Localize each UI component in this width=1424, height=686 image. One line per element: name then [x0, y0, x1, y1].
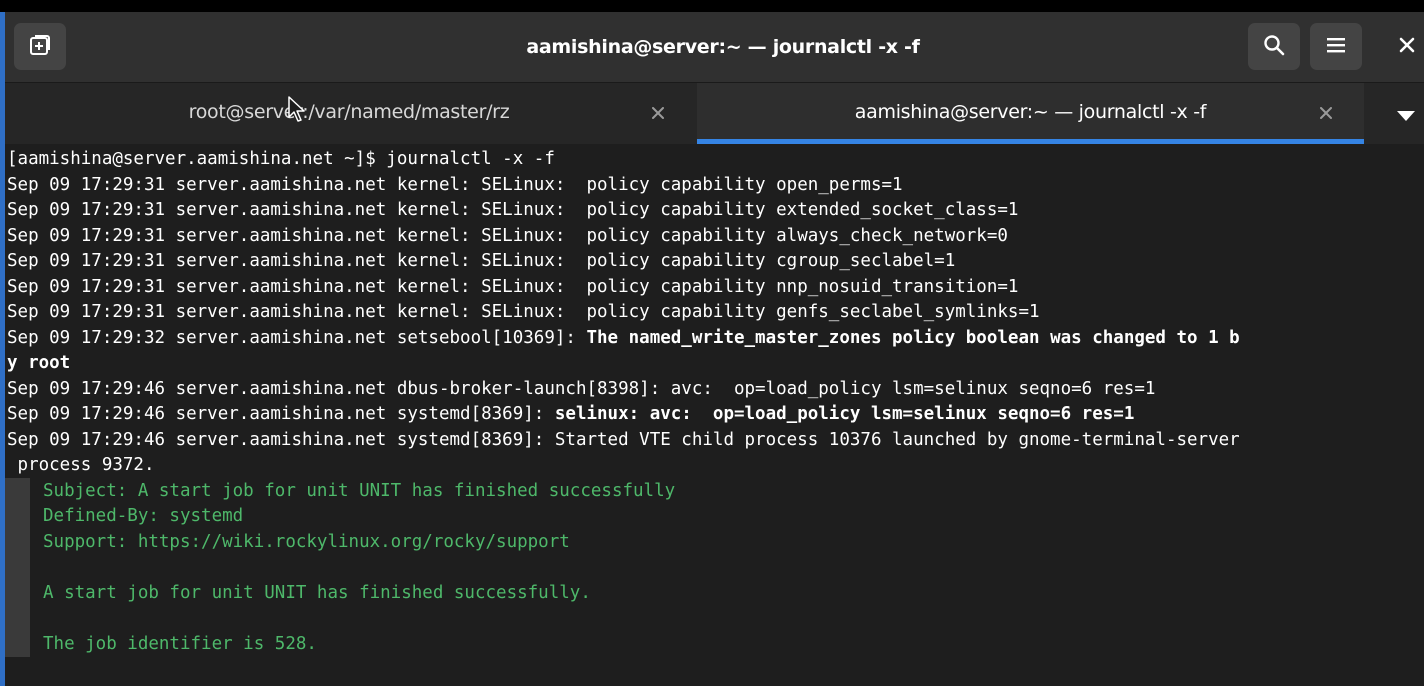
terminal-output[interactable]: [aamishina@server.aamishina.net ~]$ jour…	[5, 147, 1424, 686]
close-icon	[652, 104, 664, 123]
search-button[interactable]	[1248, 23, 1300, 70]
close-icon	[1399, 37, 1415, 57]
tab-label: aamishina@server:~ — journalctl -x -f	[854, 101, 1207, 123]
log-message-bold: selinux: avc: op=load_policy lsm=selinux…	[554, 404, 1135, 424]
terminal-line: Sep 09 17:29:46 server.aamishina.net sys…	[7, 402, 1134, 428]
terminal-line: Sep 09 17:29:31 server.aamishina.net ker…	[7, 251, 956, 271]
catalog-line: Support: https://wiki.rockylinux.org/roc…	[43, 531, 570, 552]
log-message-bold: The named_write_master_zones policy bool…	[586, 327, 1240, 348]
log-prefix: Sep 09 17:29:32 server.aamishina.net set…	[7, 327, 587, 348]
mouse-pointer-icon	[287, 96, 307, 124]
terminal-line: Sep 09 17:29:31 server.aamishina.net ker…	[7, 174, 903, 195]
log-prefix: Sep 09 17:29:46 server.aamishina.net sys…	[7, 404, 555, 424]
tab-root-server[interactable]: root@server:/var/named/master/rz	[13, 83, 685, 144]
terminal-line: Sep 09 17:29:31 server.aamishina.net ker…	[7, 225, 1008, 246]
active-tab-indicator	[697, 139, 1364, 144]
tab-journalctl[interactable]: aamishina@server:~ — journalctl -x -f	[697, 83, 1364, 144]
tab-label: root@server:/var/named/master/rz	[188, 101, 510, 123]
tab-list-dropdown-button[interactable]	[1392, 103, 1420, 127]
terminal-line: Sep 09 17:29:32 server.aamishina.net set…	[7, 326, 1240, 352]
window-close-button[interactable]	[1390, 23, 1424, 70]
terminal-window: aamishina@server:~ — journalctl -x -f ro…	[5, 12, 1424, 686]
catalog-line: Subject: A start job for unit UNIT has f…	[43, 480, 676, 501]
hamburger-menu-icon	[1326, 36, 1346, 58]
window-title: aamishina@server:~ — journalctl -x -f	[526, 36, 920, 58]
catalog-line: Defined-By: systemd	[43, 506, 244, 526]
catalog-line: The job identifier is 528.	[43, 633, 317, 654]
terminal-line: process 9372.	[7, 455, 155, 475]
terminal-line: Sep 09 17:29:31 server.aamishina.net ker…	[7, 200, 1019, 220]
catalog-line: A start job for unit UNIT has finished s…	[43, 582, 591, 603]
terminal-line: Sep 09 17:29:46 server.aamishina.net sys…	[7, 429, 1240, 450]
new-tab-button[interactable]	[14, 23, 66, 70]
new-tab-icon	[28, 33, 52, 61]
terminal-line: [aamishina@server.aamishina.net ~]$ jour…	[7, 149, 555, 169]
tab-close-button[interactable]	[646, 101, 670, 125]
main-menu-button[interactable]	[1310, 23, 1362, 70]
tab-close-button[interactable]	[1314, 101, 1338, 125]
terminal-line: Sep 09 17:29:46 server.aamishina.net dbu…	[7, 378, 1156, 399]
terminal-line: y root	[7, 353, 71, 373]
triangle-down-icon	[1397, 106, 1415, 125]
close-icon	[1320, 104, 1332, 123]
header-bar: aamishina@server:~ — journalctl -x -f	[5, 12, 1424, 83]
search-icon	[1263, 34, 1285, 60]
top-panel-strip	[0, 0, 1424, 12]
catalog-gutter-bar	[5, 478, 30, 657]
tab-bar: root@server:/var/named/master/rz aamishi…	[5, 83, 1424, 144]
terminal-line: Sep 09 17:29:31 server.aamishina.net ker…	[7, 276, 1019, 297]
terminal-line: Sep 09 17:29:31 server.aamishina.net ker…	[7, 302, 1040, 322]
